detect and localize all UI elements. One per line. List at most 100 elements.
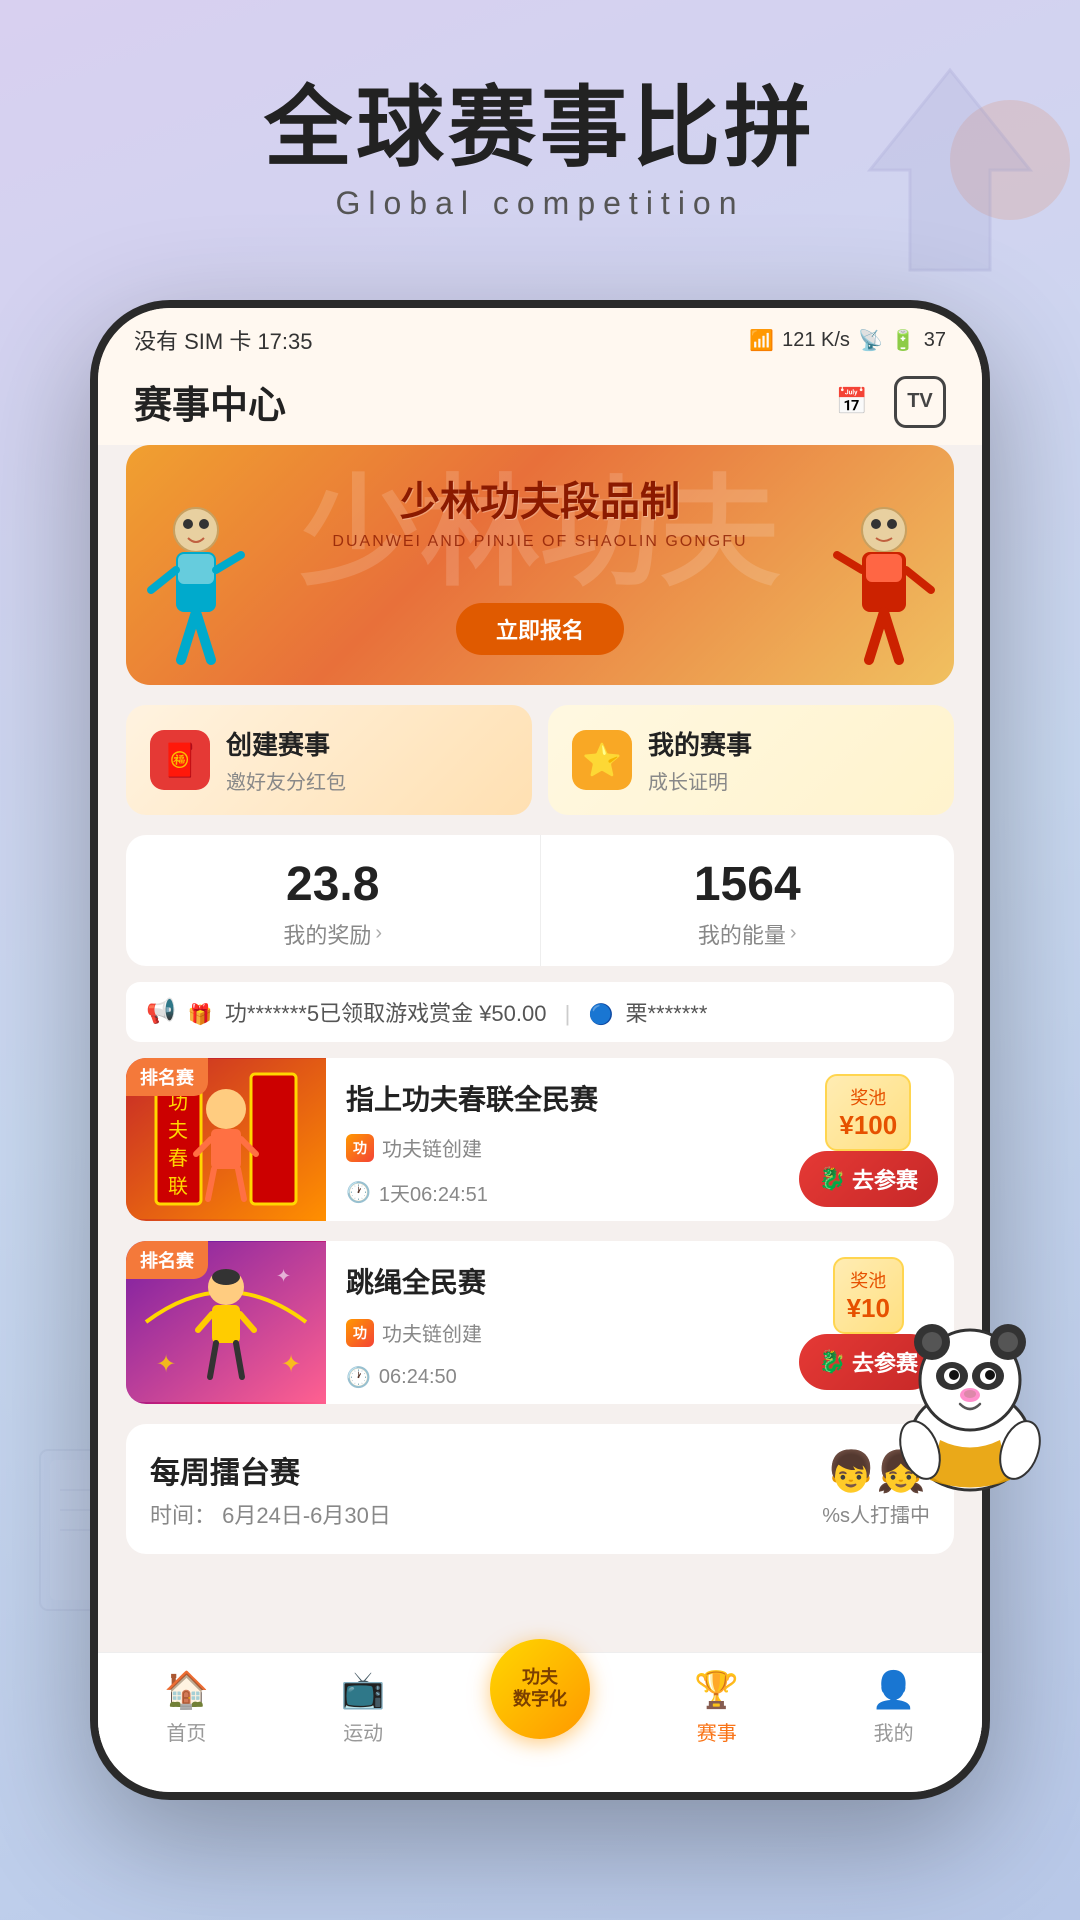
event-banner[interactable]: 少林功夫 [126, 445, 954, 685]
announce-text: 🎁 功*******5已领取游戏赏金 ¥50.00 | 🔵 栗******* [188, 996, 934, 1028]
nav-competitions-label: 赛事 [697, 1717, 737, 1746]
create-event-title: 创建赛事 [226, 725, 346, 762]
comp-info-2: 跳绳全民赛 功 功夫链创建 🕐 06:24:50 [326, 1241, 783, 1404]
comp-badge-1: 排名赛 [126, 1058, 208, 1096]
calendar-icon: 📅 [836, 386, 868, 417]
quick-actions: 🧧 创建赛事 邀好友分红包 ⭐ 我的赛事 成长证明 [126, 705, 954, 815]
page-title-cn: 全球赛事比拼 [0, 80, 1080, 177]
comp-right-1: 奖池 ¥100 🐉 去参赛 [783, 1058, 954, 1221]
comp-organizer-2: 功 功夫链创建 [346, 1318, 763, 1347]
comp-timer-1: 🕐 1天06:24:51 [346, 1178, 763, 1207]
weekly-section[interactable]: 每周擂台赛 时间： 6月24日-6月30日 👦👧 %s人打擂中 [126, 1424, 954, 1554]
app-header: 赛事中心 📅 TV [98, 364, 982, 445]
reward-arrow: › [375, 922, 382, 945]
nav-profile[interactable]: 👤 我的 [805, 1669, 982, 1746]
join-icon-1: 🐉 [819, 1166, 846, 1192]
prize-badge-1: 奖池 ¥100 [825, 1074, 911, 1151]
banner-title-cn: 少林功夫段品制 [332, 469, 747, 527]
phone-mockup: 没有 SIM 卡 17:35 📶 121 K/s 📡 🔋 37 赛事中心 📅 T… [90, 300, 990, 1800]
header-icons: 📅 TV [826, 376, 946, 428]
competition-list: 排名赛 功 夫 [126, 1058, 954, 1404]
svg-text:春: 春 [168, 1147, 188, 1170]
nav-home[interactable]: 🏠 首页 [98, 1669, 275, 1746]
profile-icon: 👤 [871, 1669, 916, 1711]
create-event-card[interactable]: 🧧 创建赛事 邀好友分红包 [126, 705, 532, 815]
status-data: 121 K/s [782, 329, 850, 352]
join-icon-2: 🐉 [819, 1349, 846, 1375]
page-header: 全球赛事比拼 Global competition [0, 80, 1080, 222]
create-event-subtitle: 邀好友分红包 [226, 766, 346, 795]
prize-label-2: 奖池 [847, 1267, 890, 1293]
energy-label: 我的能量 › [561, 918, 935, 950]
banner-register-button[interactable]: 立即报名 [456, 603, 624, 655]
nav-sports-label: 运动 [343, 1717, 383, 1746]
tv-button[interactable]: TV [894, 376, 946, 428]
reward-stat[interactable]: 23.8 我的奖励 › [126, 835, 541, 966]
prize-label-1: 奖池 [839, 1084, 897, 1110]
my-events-card[interactable]: ⭐ 我的赛事 成长证明 [548, 705, 954, 815]
sports-icon: 📺 [341, 1669, 386, 1711]
competition-card-1[interactable]: 排名赛 功 夫 [126, 1058, 954, 1221]
weekly-players: %s人打擂中 [822, 1499, 930, 1528]
join-button-1[interactable]: 🐉 去参赛 [799, 1151, 938, 1207]
home-icon: 🏠 [164, 1669, 209, 1711]
energy-arrow: › [790, 922, 797, 945]
reward-label: 我的奖励 › [146, 918, 520, 950]
status-battery-pct: 37 [924, 329, 946, 352]
my-events-info: 我的赛事 成长证明 [648, 725, 752, 795]
weekly-date: 时间： 6月24日-6月30日 [150, 1498, 391, 1530]
create-event-icon: 🧧 [150, 730, 210, 790]
announce-icon: 📢 [146, 997, 176, 1026]
nav-home-label: 首页 [166, 1717, 206, 1746]
my-events-icon: ⭐ [572, 730, 632, 790]
competition-icon: 🏆 [694, 1669, 739, 1711]
bottom-nav: 🏠 首页 📺 运动 功夫数字化 🏆 赛事 👤 我的 [98, 1652, 982, 1792]
comp-title-2: 跳绳全民赛 [346, 1265, 763, 1301]
clock-icon-1: 🕐 [346, 1180, 371, 1205]
nav-center-label: 功夫数字化 [513, 1667, 567, 1710]
status-battery: 🔋 [891, 328, 916, 353]
banner-center: 少林功夫段品制 DUANWEI AND PINJIE OF SHAOLIN GO… [332, 469, 747, 551]
weekly-left: 每周擂台赛 时间： 6月24日-6月30日 [150, 1448, 391, 1530]
status-right: 📶 121 K/s 📡 🔋 37 [749, 328, 946, 353]
clock-icon-2: 🕐 [346, 1365, 371, 1390]
my-events-title: 我的赛事 [648, 725, 752, 762]
status-bar: 没有 SIM 卡 17:35 📶 121 K/s 📡 🔋 37 [98, 308, 982, 364]
nav-competitions[interactable]: 🏆 赛事 [628, 1669, 805, 1746]
banner-char-left [136, 500, 256, 685]
prize-amount-1: ¥100 [839, 1110, 897, 1141]
comp-organizer-1: 功 功夫链创建 [346, 1133, 763, 1162]
my-events-subtitle: 成长证明 [648, 766, 752, 795]
comp-info-1: 指上功夫春联全民赛 功 功夫链创建 🕐 1天06:24:51 [326, 1058, 783, 1221]
energy-stat[interactable]: 1564 我的能量 › [541, 835, 955, 966]
scroll-content[interactable]: 少林功夫 [98, 445, 982, 1769]
comp-timer-2: 🕐 06:24:50 [346, 1365, 763, 1390]
nav-profile-label: 我的 [874, 1717, 914, 1746]
panda-mascot [880, 1300, 1060, 1500]
create-event-info: 创建赛事 邀好友分红包 [226, 725, 346, 795]
nav-center[interactable]: 功夫数字化 [452, 1639, 629, 1739]
banner-char-right [824, 500, 944, 685]
competition-card-2[interactable]: 排名赛 [126, 1241, 954, 1404]
weekly-title: 每周擂台赛 [150, 1448, 391, 1492]
stats-row: 23.8 我的奖励 › 1564 我的能量 › [126, 835, 954, 966]
energy-value: 1564 [561, 859, 935, 912]
svg-text:✦: ✦ [156, 1351, 176, 1378]
tv-label: TV [907, 390, 933, 413]
status-signal: 📶 [749, 328, 774, 353]
comp-badge-2: 排名赛 [126, 1241, 208, 1279]
calendar-button[interactable]: 📅 [826, 376, 878, 428]
svg-text:✦: ✦ [276, 1266, 291, 1286]
svg-text:夫: 夫 [168, 1119, 188, 1142]
organizer-logo-2: 功 [346, 1319, 374, 1347]
comp-title-1: 指上功夫春联全民赛 [346, 1082, 763, 1118]
page-title-en: Global competition [0, 185, 1080, 222]
announcement-bar: 📢 🎁 功*******5已领取游戏赏金 ¥50.00 | 🔵 栗******* [126, 982, 954, 1042]
organizer-logo-1: 功 [346, 1134, 374, 1162]
status-wifi: 📡 [858, 328, 883, 353]
weekly-header: 每周擂台赛 时间： 6月24日-6月30日 👦👧 %s人打擂中 [150, 1448, 930, 1530]
svg-text:联: 联 [168, 1175, 188, 1198]
nav-center-circle: 功夫数字化 [490, 1639, 590, 1739]
nav-sports[interactable]: 📺 运动 [275, 1669, 452, 1746]
svg-text:✦: ✦ [281, 1351, 301, 1378]
